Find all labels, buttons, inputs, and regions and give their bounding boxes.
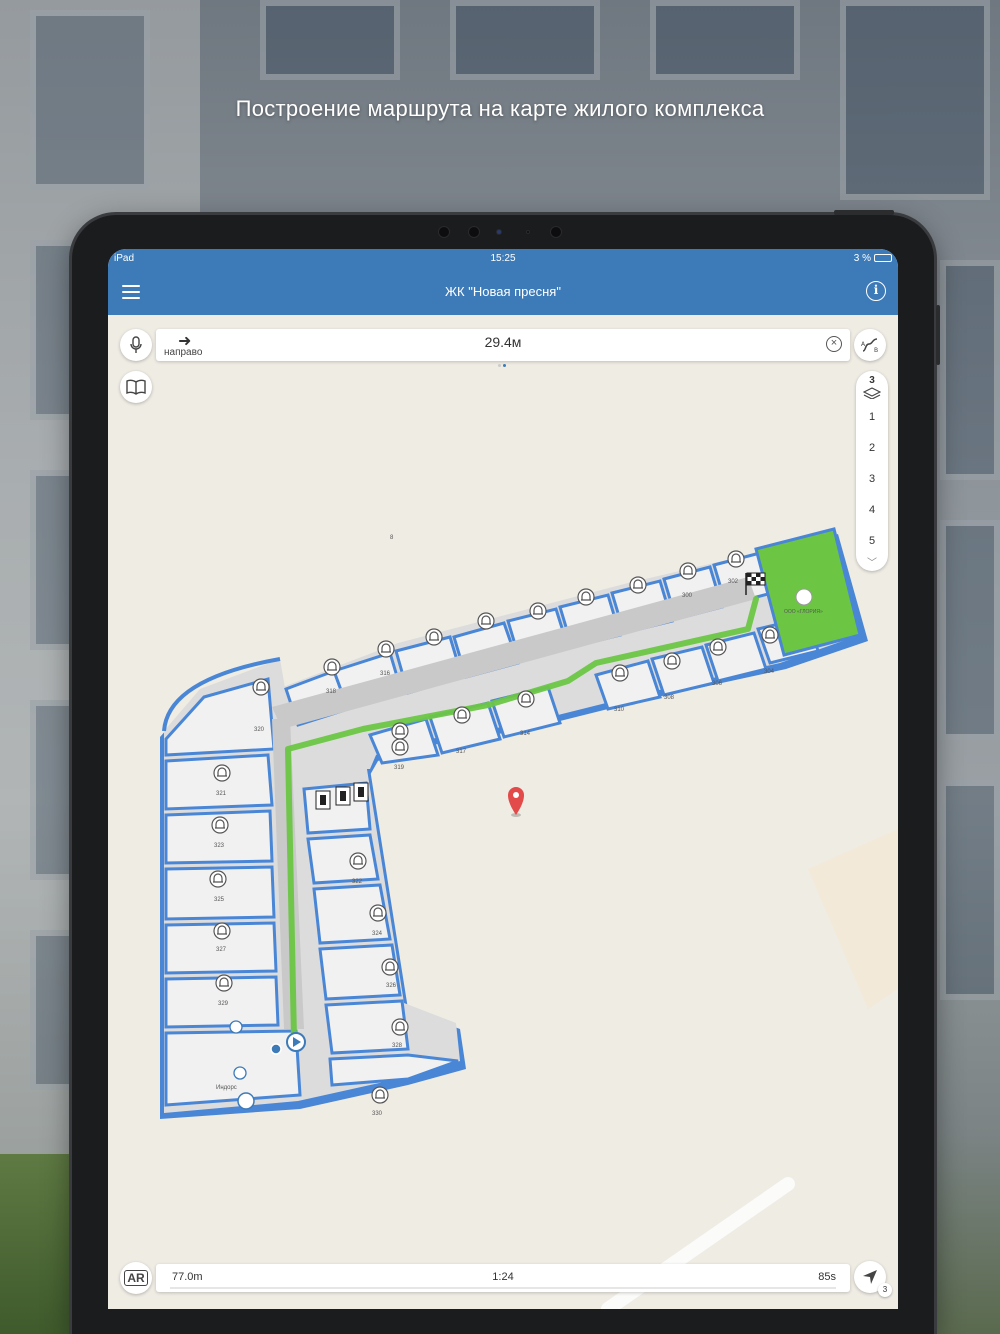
locate-badge: 3 xyxy=(878,1283,892,1297)
user-location-dot xyxy=(270,1043,282,1055)
route-distance: 29.4м xyxy=(484,334,522,350)
room-label: 324 xyxy=(372,931,383,937)
room-label: 322 xyxy=(352,879,363,885)
room-label: 300 xyxy=(682,593,693,599)
route-summary-bar: 77.0m 1:24 85s xyxy=(156,1264,850,1292)
floor-picker[interactable]: 3 1 2 3 4 5 ﹀ xyxy=(856,371,888,571)
destination-poi-icon xyxy=(795,588,813,606)
room-label: 316 xyxy=(380,671,391,677)
route-progress xyxy=(170,1287,836,1289)
poi-label: Индорс xyxy=(216,1085,237,1091)
page-title: ЖК "Новая пресня" xyxy=(445,284,561,299)
room-label: 318 xyxy=(326,689,337,695)
svg-text:B: B xyxy=(874,347,878,354)
page-indicator xyxy=(497,354,507,372)
route-ab-icon: A B xyxy=(861,338,878,354)
battery-text: 3 % xyxy=(853,253,871,264)
destination-label: ООО «ГЛОРИЯ» xyxy=(784,609,823,615)
room-label: 319 xyxy=(394,765,405,771)
room-label: 328 xyxy=(392,1043,403,1049)
status-bar: iPad 15:25 3 % xyxy=(108,249,898,269)
map-pin-icon xyxy=(508,787,524,817)
room-label: 325 xyxy=(214,897,225,903)
route-ab-button[interactable]: A B xyxy=(854,329,886,361)
room-label: 327 xyxy=(216,947,227,953)
info-poi-icon xyxy=(229,1020,243,1034)
room-label: 323 xyxy=(214,843,225,849)
total-seconds: 85s xyxy=(818,1271,836,1283)
locate-arrow-icon xyxy=(863,1270,877,1284)
tablet-frame: 8 320 318 316 319 317 314 310 308 306 30… xyxy=(72,210,940,1334)
clock: 15:25 xyxy=(490,253,516,264)
room-label: 304 xyxy=(764,669,775,675)
close-circle-icon[interactable]: × xyxy=(826,336,842,352)
outside-label: 8 xyxy=(390,535,394,541)
floor-item[interactable]: 1 xyxy=(856,411,888,423)
ar-button[interactable]: AR xyxy=(120,1262,152,1294)
ar-label: AR xyxy=(124,1270,148,1286)
microphone-button[interactable] xyxy=(120,329,152,361)
battery-icon xyxy=(874,254,892,262)
room-label: 326 xyxy=(386,983,397,989)
camera-poi-icon xyxy=(237,1092,255,1110)
directory-button[interactable] xyxy=(120,371,152,403)
floor-item[interactable]: 3 xyxy=(856,473,888,485)
chevron-down-icon[interactable]: ﹀ xyxy=(856,554,888,569)
floor-item[interactable]: 2 xyxy=(856,442,888,454)
camera-icon xyxy=(438,223,568,239)
room-label: 317 xyxy=(456,749,467,755)
floor-item[interactable]: 4 xyxy=(856,504,888,516)
floor-item[interactable]: 5 xyxy=(856,535,888,547)
room-label: 314 xyxy=(520,731,531,737)
layers-icon xyxy=(863,387,881,399)
book-icon xyxy=(126,379,146,395)
room-label: 320 xyxy=(254,727,265,733)
info-icon[interactable]: i xyxy=(866,281,886,301)
microphone-icon xyxy=(130,336,142,353)
room-label: 321 xyxy=(216,791,227,797)
room-label: 302 xyxy=(728,579,739,585)
total-time: 1:24 xyxy=(492,1271,514,1283)
current-floor: 3 xyxy=(869,375,875,386)
route-start-marker xyxy=(286,1032,306,1052)
room-label: 329 xyxy=(218,1001,229,1007)
poi-icon xyxy=(233,1066,247,1080)
app-screen: 8 320 318 316 319 317 314 310 308 306 30… xyxy=(108,249,898,1309)
headline: Построение маршрута на карте жилого комп… xyxy=(235,96,765,121)
room-label: 330 xyxy=(372,1111,383,1117)
room-label: 308 xyxy=(664,695,675,701)
nav-bar: ЖК "Новая пресня" i xyxy=(108,269,898,315)
route-instruction-bar[interactable]: ➜ направо 29.4м × xyxy=(156,329,850,367)
room-label: 310 xyxy=(614,707,625,713)
floor-map[interactable] xyxy=(108,249,898,1309)
room-label: 306 xyxy=(712,681,723,687)
